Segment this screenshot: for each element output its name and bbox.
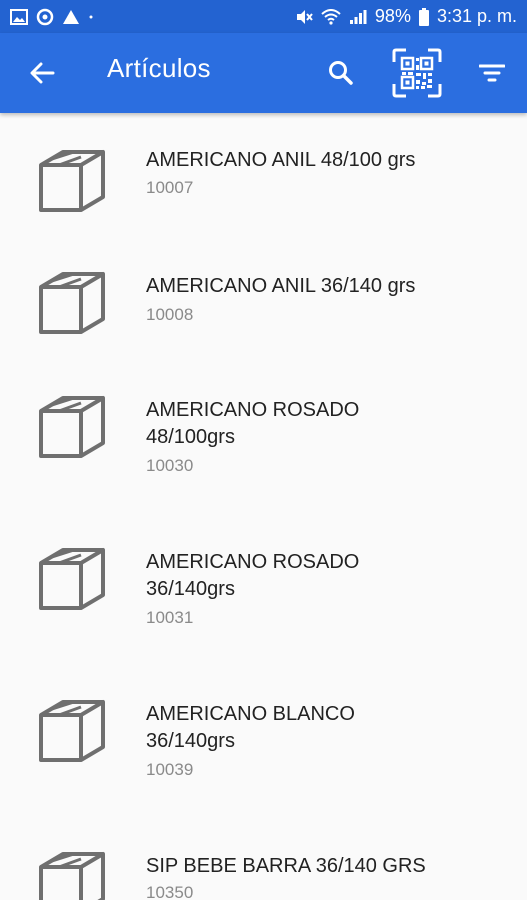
item-code: 10031: [146, 608, 194, 627]
settings-notification-icon: [36, 8, 54, 26]
search-button[interactable]: [323, 55, 359, 91]
clock: 3:31 p. m.: [436, 6, 517, 26]
status-right: 98% 3:31 p. m.: [295, 6, 517, 27]
status-left: [10, 8, 94, 26]
item-name: AMERICANO ANIL 48/100 grs: [146, 149, 416, 171]
list-item[interactable]: SIP BEBE BARRA 36/140 GRS 10350: [0, 821, 527, 900]
arrow-left-icon: [30, 62, 55, 84]
item-name: AMERICANO BLANCO 36/140grs: [146, 703, 355, 752]
list-item[interactable]: AMERICANO ANIL 48/100 grs 10007: [0, 113, 527, 239]
item-code: 10350: [146, 883, 194, 900]
box-icon: [39, 548, 105, 610]
item-code: 10008: [146, 305, 194, 324]
battery-icon: [418, 7, 429, 26]
item-code: 10007: [146, 178, 194, 197]
list-item[interactable]: AMERICANO ROSADO 48/100grs 10030: [0, 365, 527, 517]
item-name: AMERICANO ROSADO 48/100grs: [146, 399, 360, 448]
status-bar: 98% 3:31 p. m.: [0, 0, 527, 33]
box-icon: [39, 150, 105, 212]
qr-scan-button[interactable]: [390, 46, 444, 100]
gallery-notification-icon: [10, 8, 28, 25]
item-code: 10030: [146, 456, 194, 475]
page-title: Artículos: [107, 53, 211, 83]
mute-icon: [295, 8, 313, 26]
qr-code-scan-icon: [392, 48, 442, 98]
list-item[interactable]: AMERICANO ROSADO 36/140grs 10031: [0, 517, 527, 669]
filter-icon: [479, 64, 505, 82]
box-icon: [39, 396, 105, 458]
box-icon: [39, 272, 105, 334]
app-bar: Artículos: [0, 33, 527, 113]
box-icon: [39, 700, 105, 762]
app-notification-icon: [62, 9, 80, 25]
wifi-icon: [321, 8, 341, 25]
list-item[interactable]: AMERICANO BLANCO 36/140grs 10039: [0, 669, 527, 821]
item-name: AMERICANO ROSADO 36/140grs: [146, 551, 360, 600]
search-icon: [329, 61, 353, 85]
signal-icon: [349, 9, 367, 25]
filter-button[interactable]: [474, 55, 510, 91]
item-code: 10039: [146, 760, 194, 779]
list-item[interactable]: AMERICANO ANIL 36/140 grs 10008: [0, 239, 527, 365]
item-name: SIP BEBE BARRA 36/140 GRS: [146, 855, 426, 877]
item-name: AMERICANO ANIL 36/140 grs: [146, 275, 416, 297]
box-icon: [39, 852, 105, 900]
back-button[interactable]: [24, 55, 60, 91]
dot-icon: [88, 14, 94, 20]
battery-percent: 98%: [374, 6, 411, 26]
articles-list: AMERICANO ANIL 48/100 grs 10007 AMERICAN…: [0, 113, 527, 900]
